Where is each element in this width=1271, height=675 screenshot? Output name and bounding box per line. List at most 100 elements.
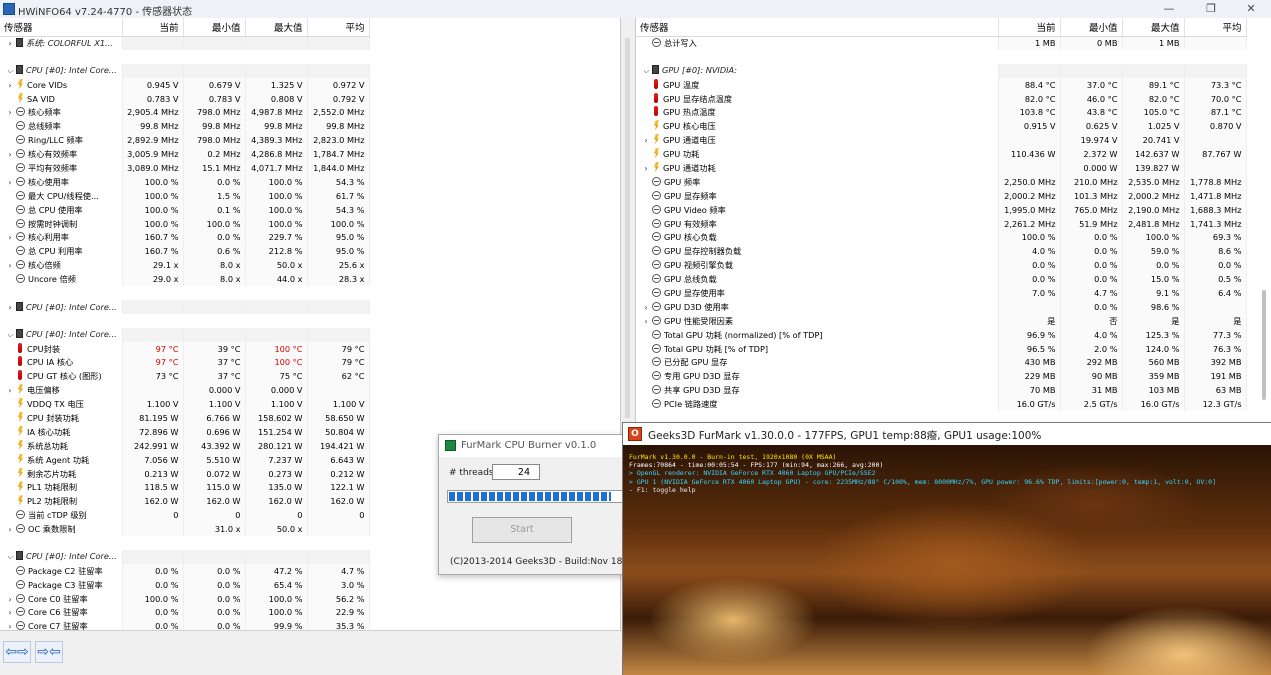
sensor-row[interactable]: CPU IA 核心 97 °C 37 °C 100 °C 79 °C	[0, 355, 370, 370]
col-avg-header[interactable]: 平均	[307, 18, 370, 37]
sensor-row[interactable]: CPU封装 97 °C 39 °C 100 °C 79 °C	[0, 341, 370, 356]
chevron-down-icon[interactable]: ⌵	[4, 330, 16, 340]
left-scrollbar-thumb[interactable]	[625, 38, 630, 418]
chevron-right-icon[interactable]: ›	[4, 108, 16, 117]
chevron-right-icon[interactable]: ›	[4, 261, 16, 270]
chevron-down-icon[interactable]: ⌵	[4, 552, 16, 562]
sensor-group-row[interactable]: ⌵ CPU [#0]: Intel Core...	[0, 63, 370, 78]
expand-columns-button[interactable]: ⇦⇨	[3, 641, 31, 663]
chevron-right-icon[interactable]: ›	[640, 164, 652, 173]
sensor-row[interactable]: Package C3 驻留率 0.0 % 0.0 % 65.4 % 3.0 %	[0, 577, 370, 592]
sensor-row[interactable]: › 核心利用率 160.7 % 0.0 % 229.7 % 95.0 %	[0, 230, 370, 245]
col-min-header[interactable]: 最小值	[183, 18, 246, 37]
col-avg-header[interactable]: 平均	[1184, 18, 1247, 37]
sensor-row[interactable]: GPU 显存控制器负载 4.0 % 0.0 % 59.0 % 8.6 %	[636, 244, 1247, 259]
furmark-render-view[interactable]: FurMark v1.30.0.0 - Burn-in test, 1920x1…	[623, 445, 1271, 675]
collapse-columns-button[interactable]: ⇨⇦	[35, 641, 63, 663]
sensor-row[interactable]: PCIe 链路速度 16.0 GT/s 2.5 GT/s 16.0 GT/s 12.3 …	[636, 397, 1247, 412]
chevron-right-icon[interactable]: ›	[640, 303, 652, 312]
sensor-row[interactable]: Uncore 倍频 29.0 x 8.0 x 44.0 x 28.3 x	[0, 272, 370, 287]
sensor-row[interactable]: › 核心有效频率 3,005.9 MHz 0.2 MHz 4,286.8 MHz 1,78…	[0, 147, 370, 162]
sensor-row[interactable]: PL1 功耗限制 118.5 W 115.0 W 135.0 W 122.1 W	[0, 480, 370, 495]
sensor-row[interactable]: 平均有效频率 3,089.0 MHz 15.1 MHz 4,071.7 MHz 1,84…	[0, 161, 370, 175]
sensor-row[interactable]: CPU GT 核心 (图形) 73 °C 37 °C 75 °C 62 °C	[0, 369, 370, 384]
sensor-row[interactable]: IA 核心功耗 72.896 W 0.696 W 151.254 W 50.804 W	[0, 424, 370, 439]
sensor-group-row[interactable]: ⌵ GPU [#0]: NVIDIA:	[636, 63, 1247, 78]
col-sensor-header[interactable]: 传感器	[0, 18, 123, 37]
restore-button[interactable]: ❐	[1196, 1, 1226, 17]
sensor-row[interactable]: › GPU 性能受限因素是否是是	[636, 313, 1247, 328]
sensor-row[interactable]: › Core C0 驻留率 100.0 % 0.0 % 100.0 % 56.2 %	[0, 591, 370, 606]
chevron-right-icon[interactable]: ›	[4, 178, 16, 187]
sensor-row[interactable]: 专用 GPU D3D 显存 229 MB 90 MB 359 MB 191 MB	[636, 369, 1247, 384]
chevron-right-icon[interactable]: ›	[4, 525, 16, 534]
sensor-row[interactable]: GPU 核心负载 100.0 % 0.0 % 100.0 % 69.3 %	[636, 230, 1247, 245]
sensor-row[interactable]: › 核心倍频 29.1 x 8.0 x 50.0 x 25.6 x	[0, 258, 370, 273]
sensor-row[interactable]: › Core VIDs 0.945 V 0.679 V 1.325 V 0.972 V	[0, 77, 370, 92]
sensor-row[interactable]: › 核心频率 2,905.4 MHz 798.0 MHz 4,987.8 MHz 2,55…	[0, 105, 370, 120]
minimize-button[interactable]: —	[1154, 1, 1184, 17]
sensor-row[interactable]: GPU 功耗 110.436 W 2.372 W 142.637 W 87.767 W	[636, 147, 1247, 162]
sensor-row[interactable]: GPU 显存使用率 7.0 % 4.7 % 9.1 % 6.4 %	[636, 286, 1247, 300]
sensor-row[interactable]: SA VID 0.783 V 0.783 V 0.808 V 0.792 V	[0, 91, 370, 106]
sensor-row[interactable]: GPU 显存结点温度 82.0 °C 46.0 °C 82.0 °C 70.0 °C	[636, 91, 1247, 106]
col-current-header[interactable]: 当前	[122, 18, 184, 37]
sensor-row[interactable]: CPU 封装功耗 81.195 W 6.766 W 158.602 W 58.650 W	[0, 411, 370, 425]
chevron-right-icon[interactable]: ›	[4, 39, 16, 48]
sensor-row[interactable]: › Core C7 驻留率 0.0 % 0.0 % 99.9 % 35.3 %	[0, 619, 370, 630]
sensor-row[interactable]: GPU Video 频率 1,995.0 MHz 765.0 MHz 2,190.0 …	[636, 202, 1247, 217]
sensor-row[interactable]: 总计写入 1 MB 0 MB 1 MB	[636, 36, 1247, 50]
sensor-row[interactable]: GPU 频率 2,250.0 MHz 210.0 MHz 2,535.0 MHz 1,7…	[636, 174, 1247, 189]
col-min-header[interactable]: 最小值	[1060, 18, 1123, 37]
chevron-right-icon[interactable]: ›	[4, 595, 16, 604]
sensor-row[interactable]: GPU 有效频率 2,261.2 MHz 51.9 MHz 2,481.8 MHz 1,…	[636, 216, 1247, 231]
sensor-row[interactable]: VDDQ TX 电压 1.100 V 1.100 V 1.100 V 1.100 V	[0, 397, 370, 412]
chevron-right-icon[interactable]: ›	[4, 81, 16, 90]
chevron-right-icon[interactable]: ›	[4, 386, 16, 395]
chevron-right-icon[interactable]: ›	[4, 303, 16, 312]
chevron-right-icon[interactable]: ›	[4, 233, 16, 242]
right-scrollbar-thumb[interactable]	[1262, 290, 1266, 400]
sensor-row[interactable]: GPU 视频引擎负载 0.0 % 0.0 % 0.0 % 0.0 %	[636, 258, 1247, 273]
sensor-group-row[interactable]: ⌵ CPU [#0]: Intel Core...	[0, 549, 370, 564]
sensor-row[interactable]: GPU 热点温度 103.8 °C 43.8 °C 105.0 °C 87.1 °C	[636, 105, 1247, 120]
col-max-header[interactable]: 最大值	[245, 18, 308, 37]
sensor-row[interactable]: 系统 Agent 功耗 7.056 W 5.510 W 7.237 W 6.643 W	[0, 452, 370, 467]
sensor-group-row[interactable]: › 系统: COLORFUL X1...	[0, 36, 370, 50]
sensor-row[interactable]: 总 CPU 利用率 160.7 % 0.6 % 212.8 % 95.0 %	[0, 244, 370, 259]
sensor-row[interactable]: 最大 CPU/线程使... 100.0 % 1.5 % 100.0 % 61.7 %	[0, 188, 370, 203]
chevron-right-icon[interactable]: ›	[4, 608, 16, 617]
sensor-row[interactable]: 总线频率 99.8 MHz 99.8 MHz 99.8 MHz 99.8 MHz	[0, 119, 370, 134]
col-max-header[interactable]: 最大值	[1122, 18, 1185, 37]
sensor-row[interactable]: Total GPU 功耗 [% of TDP] 96.5 % 2.0 % 124.0 …	[636, 341, 1247, 356]
sensor-row[interactable]: › OC 乘数限制 31.0 x 50.0 x	[0, 522, 370, 537]
chevron-right-icon[interactable]: ›	[640, 317, 652, 326]
sensor-row[interactable]: GPU 总线负载 0.0 % 0.0 % 15.0 % 0.5 %	[636, 272, 1247, 287]
sensor-row[interactable]: 共享 GPU D3D 显存 70 MB 31 MB 103 MB 63 MB	[636, 383, 1247, 398]
col-current-header[interactable]: 当前	[998, 18, 1061, 37]
start-button[interactable]: Start	[472, 517, 572, 543]
sensor-row[interactable]: 按需时钟调制 100.0 % 100.0 % 100.0 % 100.0 %	[0, 216, 370, 231]
sensor-row[interactable]: Package C2 驻留率 0.0 % 0.0 % 47.2 % 4.7 %	[0, 563, 370, 578]
sensor-row[interactable]: › Core C6 驻留率 0.0 % 0.0 % 100.0 % 22.9 %	[0, 605, 370, 620]
sensor-row[interactable]: 当前 cTDP 级别 0 0 0 0	[0, 508, 370, 523]
col-sensor-header[interactable]: 传感器	[636, 18, 999, 37]
sensor-row[interactable]: Ring/LLC 频率 2,892.9 MHz 798.0 MHz 4,389.3 M…	[0, 133, 370, 148]
sensor-row[interactable]: › GPU 通道功耗 0.000 W 139.827 W	[636, 161, 1247, 175]
sensor-group-row[interactable]: › CPU [#0]: Intel Core...	[0, 299, 370, 314]
sensor-row[interactable]: › GPU 通道电压 19.974 V 20.741 V	[636, 133, 1247, 148]
close-button[interactable]: ✕	[1236, 1, 1266, 17]
sensor-row[interactable]: PL2 功耗限制 162.0 W 162.0 W 162.0 W 162.0 W	[0, 494, 370, 509]
chevron-right-icon[interactable]: ›	[4, 622, 16, 630]
chevron-right-icon[interactable]: ›	[640, 136, 652, 145]
sensor-row[interactable]: › GPU D3D 使用率 0.0 % 98.6 %	[636, 299, 1247, 314]
sensor-row[interactable]: Total GPU 功耗 (normalized) [% of TDP] 96.9…	[636, 327, 1247, 342]
sensor-row[interactable]: GPU 温度 88.4 °C 37.0 °C 89.1 °C 73.3 °C	[636, 77, 1247, 92]
sensor-row[interactable]: GPU 核心电压 0.915 V 0.625 V 1.025 V 0.870 V	[636, 119, 1247, 134]
chevron-right-icon[interactable]: ›	[4, 150, 16, 159]
sensor-row[interactable]: › 电压偏移 0.000 V 0.000 V	[0, 383, 370, 398]
threads-input[interactable]: 24	[492, 464, 540, 480]
sensor-row[interactable]: GPU 显存频率 2,000.2 MHz 101.3 MHz 2,000.2 MHz 1…	[636, 188, 1247, 203]
sensor-row[interactable]: › 核心使用率 100.0 % 0.0 % 100.0 % 54.3 %	[0, 174, 370, 189]
sensor-row[interactable]: 总 CPU 使用率 100.0 % 0.1 % 100.0 % 54.3 %	[0, 202, 370, 217]
